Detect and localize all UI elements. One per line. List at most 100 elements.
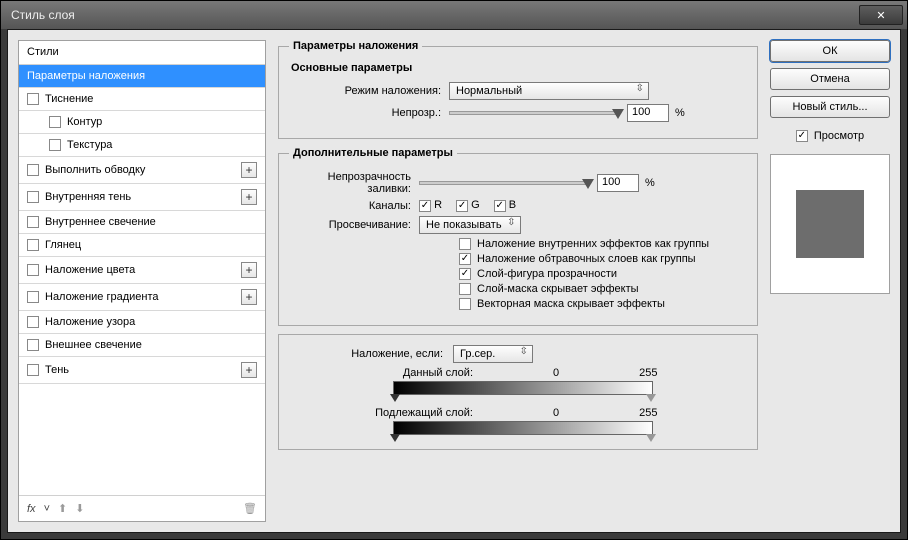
- styles-item-satin[interactable]: Глянец: [19, 234, 265, 257]
- layer-mask-hides-checkbox[interactable]: [459, 283, 471, 295]
- add-effect-icon[interactable]: +: [241, 162, 257, 178]
- checkbox[interactable]: [27, 239, 39, 251]
- fill-opacity-label: Непрозрачность заливки:: [289, 171, 419, 195]
- channel-g-label: G: [471, 199, 480, 211]
- list-label: Тиснение: [45, 93, 93, 105]
- gradient-white-thumb[interactable]: [646, 394, 656, 402]
- styles-item-stroke[interactable]: Выполнить обводку +: [19, 157, 265, 184]
- slider-thumb-icon[interactable]: [582, 179, 594, 189]
- val-255: 255: [639, 407, 657, 419]
- list-label: Наложение цвета: [45, 264, 135, 276]
- slider-thumb-icon[interactable]: [612, 109, 624, 119]
- list-label: Внутреннее свечение: [45, 216, 156, 228]
- list-label: Контур: [67, 116, 102, 128]
- list-label: Параметры наложения: [27, 70, 145, 82]
- pct-label: %: [675, 107, 685, 119]
- styles-item-outer-glow[interactable]: Внешнее свечение: [19, 334, 265, 357]
- styles-item-blending-options[interactable]: Параметры наложения: [19, 65, 265, 88]
- checkbox[interactable]: [27, 164, 39, 176]
- transparency-shapes-checkbox[interactable]: [459, 268, 471, 280]
- checkbox[interactable]: [27, 191, 39, 203]
- list-label: Наложение узора: [45, 316, 135, 328]
- blend-if-select[interactable]: Гр.сер.: [453, 345, 533, 363]
- checkbox[interactable]: [27, 216, 39, 228]
- blend-mode-value: Нормальный: [456, 85, 522, 97]
- add-effect-icon[interactable]: +: [241, 262, 257, 278]
- styles-item-gradient-overlay[interactable]: Наложение градиента +: [19, 284, 265, 311]
- fx-icon[interactable]: fx: [27, 503, 36, 515]
- knockout-value: Не показывать: [426, 219, 502, 231]
- channel-b-checkbox[interactable]: [494, 200, 506, 212]
- add-effect-icon[interactable]: +: [241, 189, 257, 205]
- blend-mode-select[interactable]: Нормальный: [449, 82, 649, 100]
- cancel-button[interactable]: Отмена: [770, 68, 890, 90]
- checkbox[interactable]: [27, 364, 39, 376]
- opacity-slider[interactable]: [449, 111, 619, 115]
- preview-checkbox[interactable]: [796, 130, 808, 142]
- fill-opacity-input[interactable]: 100: [597, 174, 639, 192]
- add-effect-icon[interactable]: +: [241, 362, 257, 378]
- blend-if-group: Наложение, если: Гр.сер. Данный слой: 0 …: [278, 334, 758, 450]
- add-effect-icon[interactable]: +: [241, 289, 257, 305]
- styles-item-pattern-overlay[interactable]: Наложение узора: [19, 311, 265, 334]
- list-label: Глянец: [45, 239, 81, 251]
- blending-options-group: Параметры наложения Основные параметры Р…: [278, 40, 758, 139]
- this-layer-gradient[interactable]: [393, 381, 653, 395]
- channel-b-label: B: [509, 199, 516, 211]
- styles-item-inner-glow[interactable]: Внутреннее свечение: [19, 211, 265, 234]
- styles-item-color-overlay[interactable]: Наложение цвета +: [19, 257, 265, 284]
- styles-item-drop-shadow[interactable]: Тень +: [19, 357, 265, 384]
- styles-item-bevel[interactable]: Тиснение: [19, 88, 265, 111]
- advanced-title: Дополнительные параметры: [289, 147, 457, 159]
- cancel-label: Отмена: [810, 73, 849, 85]
- styles-item-inner-shadow[interactable]: Внутренняя тень +: [19, 184, 265, 211]
- opt-label: Наложение внутренних эффектов как группы: [477, 238, 709, 250]
- ok-button[interactable]: ОК: [770, 40, 890, 62]
- val-255: 255: [639, 367, 657, 379]
- gradient-black-thumb[interactable]: [390, 434, 400, 442]
- blend-interior-checkbox[interactable]: [459, 238, 471, 250]
- checkbox[interactable]: [49, 116, 61, 128]
- styles-item-texture[interactable]: Текстура: [19, 134, 265, 157]
- checkbox[interactable]: [27, 93, 39, 105]
- styles-item-contour[interactable]: Контур: [19, 111, 265, 134]
- opt-label: Слой-фигура прозрачности: [477, 268, 617, 280]
- checkbox[interactable]: [27, 264, 39, 276]
- arrow-up-icon[interactable]: ⬆: [58, 502, 67, 515]
- styles-header[interactable]: Стили: [19, 41, 265, 65]
- knockout-label: Просвечивание:: [289, 219, 419, 231]
- new-style-label: Новый стиль...: [792, 101, 867, 113]
- blend-mode-label: Режим наложения:: [289, 85, 449, 97]
- checkbox[interactable]: [49, 139, 61, 151]
- underlying-layer-gradient[interactable]: [393, 421, 653, 435]
- right-column: ОК Отмена Новый стиль... Просмотр: [770, 40, 890, 522]
- list-label: Наложение градиента: [45, 291, 159, 303]
- knockout-select[interactable]: Не показывать: [419, 216, 521, 234]
- dialog-window: Стиль слоя ✕ Стили Параметры наложения Т…: [0, 0, 908, 540]
- fill-opacity-slider[interactable]: [419, 181, 589, 185]
- ok-label: ОК: [823, 45, 838, 57]
- checkbox[interactable]: [27, 291, 39, 303]
- checkbox[interactable]: [27, 316, 39, 328]
- titlebar: Стиль слоя ✕: [1, 1, 907, 29]
- list-label: Текстура: [67, 139, 112, 151]
- opacity-input[interactable]: 100: [627, 104, 669, 122]
- gradient-white-thumb[interactable]: [646, 434, 656, 442]
- list-label: Выполнить обводку: [45, 164, 145, 176]
- blend-if-label: Наложение, если:: [293, 348, 443, 360]
- blend-if-value: Гр.сер.: [460, 348, 495, 360]
- close-button[interactable]: ✕: [859, 5, 903, 25]
- list-label: Внешнее свечение: [45, 339, 142, 351]
- blend-clipped-checkbox[interactable]: [459, 253, 471, 265]
- checkbox[interactable]: [27, 339, 39, 351]
- channel-g-checkbox[interactable]: [456, 200, 468, 212]
- gradient-black-thumb[interactable]: [390, 394, 400, 402]
- new-style-button[interactable]: Новый стиль...: [770, 96, 890, 118]
- channel-r-checkbox[interactable]: [419, 200, 431, 212]
- preview-box: [770, 154, 890, 294]
- list-label: Тень: [45, 364, 69, 376]
- trash-icon[interactable]: 🗑: [243, 502, 257, 515]
- arrow-down-icon[interactable]: ⬇: [75, 502, 84, 515]
- vector-mask-hides-checkbox[interactable]: [459, 298, 471, 310]
- options-panel: Параметры наложения Основные параметры Р…: [278, 40, 758, 522]
